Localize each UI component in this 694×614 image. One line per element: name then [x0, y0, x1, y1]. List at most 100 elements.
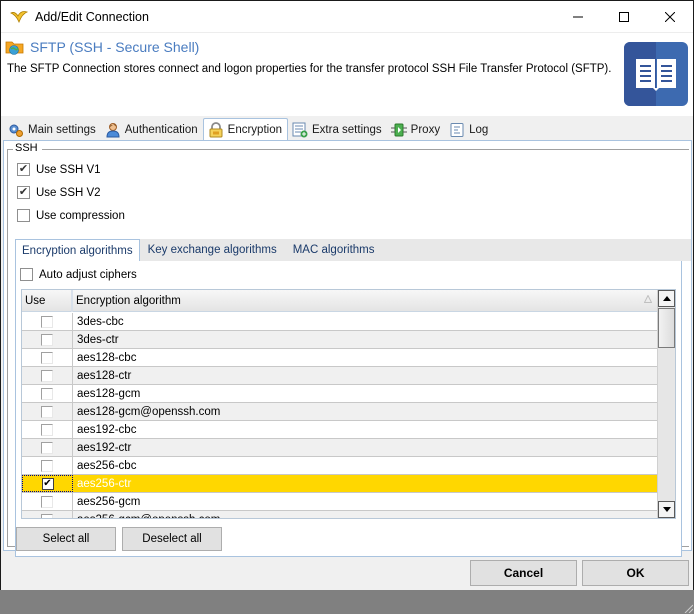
scroll-thumb[interactable]: [658, 308, 675, 348]
use-ssh-v1-checkbox[interactable]: ✔ Use SSH V1: [17, 163, 101, 176]
use-checkbox[interactable]: [41, 513, 53, 518]
algorithm-cell: aes256-gcm: [77, 495, 141, 508]
table-row[interactable]: 3des-cbc: [22, 313, 658, 331]
encryption-algorithm-grid: Use Encryption algorithm 3des-cbc 3des-ct…: [21, 289, 676, 519]
scroll-down-button[interactable]: [658, 501, 675, 518]
use-cell: [22, 457, 73, 474]
subtab-label: Key exchange algorithms: [147, 244, 277, 256]
ok-button[interactable]: OK: [582, 560, 689, 586]
table-row[interactable]: aes256-gcm@openssh.com: [22, 511, 658, 519]
use-checkbox[interactable]: [41, 441, 53, 454]
minimize-button[interactable]: [555, 1, 601, 32]
algorithm-cell: 3des-cbc: [77, 315, 124, 328]
tab-log[interactable]: Log: [445, 119, 493, 140]
table-row[interactable]: aes128-gcm: [22, 385, 658, 403]
use-checkbox[interactable]: [41, 405, 53, 418]
use-cell: [22, 439, 73, 456]
table-row[interactable]: ✔ aes256-ctr: [22, 475, 658, 493]
tab-label: Main settings: [28, 123, 96, 136]
use-ssh-v2-checkbox[interactable]: ✔ Use SSH V2: [17, 186, 101, 199]
lock-icon: [209, 121, 223, 137]
table-row[interactable]: aes192-cbc: [22, 421, 658, 439]
use-checkbox[interactable]: ✔: [41, 477, 54, 490]
main-tabs: Main settings Authentication Encryption: [1, 118, 693, 140]
table-row[interactable]: aes256-cbc: [22, 457, 658, 475]
use-cell: [22, 331, 73, 348]
app-logo-icon: [10, 10, 28, 23]
algorithm-cell: aes192-ctr: [77, 441, 132, 454]
add-edit-connection-dialog: Add/Edit Connection SFTP (SSH - Secure S…: [0, 0, 694, 590]
use-checkbox[interactable]: [41, 459, 53, 472]
ssh-group: SSH ✔ Use SSH V1 ✔ Use SSH V2 Use compre…: [7, 142, 691, 557]
checkbox-label: Auto adjust ciphers: [39, 268, 137, 281]
button-label: Cancel: [503, 566, 544, 580]
use-checkbox[interactable]: [41, 333, 53, 346]
auto-adjust-ciphers-checkbox[interactable]: Auto adjust ciphers: [20, 268, 137, 281]
algorithm-cell: aes256-gcm@openssh.com: [73, 511, 658, 519]
use-checkbox[interactable]: [41, 423, 53, 436]
subtab-encryption-algorithms[interactable]: Encryption algorithms: [15, 239, 140, 261]
tab-proxy[interactable]: Proxy: [387, 119, 445, 140]
use-cell: [22, 493, 73, 510]
checkbox-box: ✔: [17, 163, 30, 176]
use-checkbox[interactable]: [41, 387, 53, 400]
tab-extra-settings[interactable]: Extra settings: [288, 119, 387, 140]
button-label: Select all: [42, 533, 90, 545]
user-icon: [106, 122, 120, 137]
ssh-group-label: SSH: [13, 142, 42, 154]
use-checkbox[interactable]: [41, 315, 53, 328]
resize-grip-icon[interactable]: [683, 603, 693, 613]
maximize-icon: [619, 11, 629, 22]
grid-vertical-scrollbar[interactable]: [657, 290, 675, 518]
use-checkbox[interactable]: [41, 369, 53, 382]
tab-label: Extra settings: [312, 123, 382, 136]
table-row[interactable]: 3des-ctr: [22, 331, 658, 349]
sort-ascending-icon: [644, 295, 652, 303]
use-compression-checkbox[interactable]: Use compression: [17, 209, 125, 222]
subtab-label: MAC algorithms: [292, 244, 375, 256]
cancel-button[interactable]: Cancel: [470, 560, 577, 586]
select-all-button[interactable]: Select all: [16, 527, 116, 551]
tab-encryption[interactable]: Encryption: [202, 118, 288, 140]
checkbox-box: [17, 209, 30, 222]
table-row[interactable]: aes128-cbc: [22, 349, 658, 367]
scroll-up-button[interactable]: [658, 290, 675, 307]
maximize-button[interactable]: [601, 1, 647, 32]
subtab-key-exchange-algorithms[interactable]: Key exchange algorithms: [140, 239, 285, 261]
table-row[interactable]: aes128-ctr: [22, 367, 658, 385]
column-header-encryption-algorithm[interactable]: Encryption algorithm: [73, 290, 658, 312]
subtab-mac-algorithms[interactable]: MAC algorithms: [285, 239, 383, 261]
algorithm-cell: aes256-ctr: [77, 477, 132, 490]
grid-body: 3des-cbc 3des-ctr aes128-cbc aes128-ctr aes1…: [22, 313, 658, 519]
subtab-label: Encryption algorithms: [22, 244, 133, 257]
book-icon: [624, 42, 688, 106]
use-cell: [22, 313, 73, 330]
log-icon: [450, 122, 464, 137]
arrow-down-icon: [662, 507, 671, 512]
table-row[interactable]: aes128-gcm@openssh.com: [22, 403, 658, 421]
deselect-all-button[interactable]: Deselect all: [122, 527, 222, 551]
algorithm-cell: 3des-ctr: [77, 333, 119, 346]
use-checkbox[interactable]: [41, 351, 53, 364]
table-row[interactable]: aes256-gcm: [22, 493, 658, 511]
close-button[interactable]: [647, 1, 693, 32]
proxy-icon: [390, 123, 407, 136]
use-cell: ✔: [22, 475, 73, 492]
use-cell: [22, 403, 73, 420]
checkbox-box: ✔: [17, 186, 30, 199]
column-header-use[interactable]: Use: [22, 290, 73, 312]
tab-label: Proxy: [410, 123, 441, 136]
use-cell: [22, 385, 73, 402]
button-label: Deselect all: [142, 533, 202, 545]
column-header-label: Encryption algorithm: [76, 295, 181, 307]
table-add-icon: [292, 122, 308, 137]
tab-authentication[interactable]: Authentication: [101, 119, 203, 140]
connection-header: SFTP (SSH - Secure Shell) The SFTP Conne…: [1, 32, 693, 116]
encryption-tab-panel: SSH ✔ Use SSH V1 ✔ Use SSH V2 Use compre…: [3, 140, 692, 557]
table-row[interactable]: aes192-ctr: [22, 439, 658, 457]
tab-label: Authentication: [124, 123, 198, 136]
tab-label: Log: [469, 123, 489, 136]
tab-main-settings[interactable]: Main settings: [4, 119, 101, 140]
use-checkbox[interactable]: [41, 495, 53, 508]
checkbox-label: Use compression: [36, 209, 125, 222]
